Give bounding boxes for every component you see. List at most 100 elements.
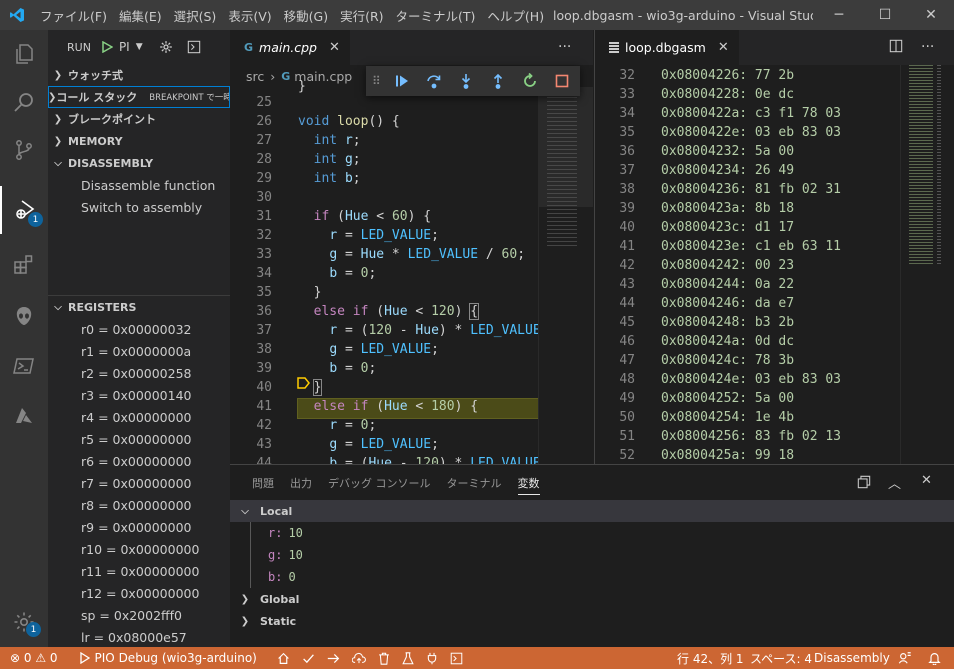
register-lr[interactable]: lr = 0x08000e57 [48,626,230,647]
explorer-icon[interactable] [0,30,48,78]
register-r12[interactable]: r12 = 0x00000000 [48,582,230,604]
menu-help[interactable]: ヘルプ(H) [481,6,550,25]
cursor-position-status[interactable]: 行 42、列 1 [671,647,750,669]
global-scope-header[interactable]: ❯ Global [230,588,954,610]
search-icon[interactable] [0,78,48,126]
tab-main-cpp[interactable]: G main.cpp ✕ [230,30,350,65]
tab-problems[interactable]: 問題 [244,465,282,500]
maximize-button[interactable]: ☐ [862,0,908,30]
register-r10[interactable]: r10 = 0x00000000 [48,538,230,560]
pio-clean-trash-icon[interactable] [372,647,396,669]
debug-console-icon[interactable] [185,40,203,54]
continue-icon[interactable] [386,66,418,96]
pio-terminal-icon[interactable] [444,647,469,669]
close-panel-icon[interactable]: ✕ [921,473,932,488]
maximize-panel-chevron-up-icon[interactable]: ︿ [888,473,901,492]
debug-config-label: PIO Debug (wio3g-arduino) [94,651,257,665]
close-tab-icon[interactable]: ✕ [718,40,729,55]
menu-view[interactable]: 表示(V) [222,6,277,25]
pio-serial-plug-icon[interactable] [420,647,444,669]
register-r8[interactable]: r8 = 0x00000000 [48,494,230,516]
restore-panel-icon[interactable] [857,475,871,492]
disassemble-function-item[interactable]: Disassemble function [48,174,230,196]
asm-line-number: 36 [619,144,635,159]
more-actions-icon[interactable]: ··· [558,39,571,55]
menu-selection[interactable]: 選択(S) [168,6,223,25]
debug-config-status[interactable]: PIO Debug (wio3g-arduino) [74,647,263,669]
register-r1[interactable]: r1 = 0x0000000a [48,340,230,362]
registers-section-header[interactable]: ⌵ REGISTERS [48,296,230,318]
tab-output[interactable]: 出力 [282,465,320,500]
indentation-status[interactable]: スペース: 4 [744,647,818,669]
register-r2[interactable]: r2 = 0x00000258 [48,362,230,384]
chevron-down-icon[interactable]: ▼ [136,42,143,52]
asm-line-number: 38 [619,182,635,197]
more-actions-icon[interactable]: ··· [921,39,934,55]
platformio-alien-icon[interactable] [0,292,48,340]
asm-line-text: 0x0800423e: c1 eb 63 11 [661,239,842,254]
step-into-icon[interactable] [450,66,482,96]
menu-file[interactable]: ファイル(F) [34,6,113,25]
disassembly-section-header[interactable]: ⌵ DISASSEMBLY [48,152,230,174]
pio-build-check-icon[interactable] [296,647,321,669]
pio-test-flask-icon[interactable] [396,647,420,669]
minimap[interactable] [900,65,954,464]
register-r5[interactable]: r5 = 0x00000000 [48,428,230,450]
language-mode-status[interactable]: Disassembly [808,647,896,669]
pio-cloud-upload-icon[interactable] [346,647,372,669]
code-area[interactable]: } 25 26 void loop() { 27 int r; 28 int g;… [230,79,540,464]
watch-section-header[interactable]: ❯ ウォッチ式 [48,64,230,86]
static-scope-header[interactable]: ❯ Static [230,610,954,632]
tab-debug-console[interactable]: デバッグ コンソール [320,465,439,500]
register-r11[interactable]: r11 = 0x00000000 [48,560,230,582]
feedback-icon[interactable] [892,647,918,669]
powershell-icon[interactable] [0,342,48,390]
breakpoints-section-header[interactable]: ❯ ブレークポイント [48,108,230,130]
menu-edit[interactable]: 編集(E) [113,6,168,25]
tab-variables[interactable]: 変数 [510,465,548,500]
disassembly-code-area[interactable]: 32 0x08004226: 77 2b 33 0x08004228: 0e dc 34… [595,65,900,464]
switch-to-assembly-item[interactable]: Switch to assembly [48,196,230,218]
pio-upload-arrow-icon[interactable] [321,647,346,669]
register-r6[interactable]: r6 = 0x00000000 [48,450,230,472]
menu-go[interactable]: 移動(G) [278,6,334,25]
settings-gear-icon[interactable]: 1 [0,598,48,646]
start-debugging-play-icon[interactable] [99,39,115,55]
step-out-icon[interactable] [482,66,514,96]
callstack-section-header[interactable]: ❯コール スタック BREAKPOINT で一時停止 [48,86,230,108]
menu-run[interactable]: 実行(R) [334,6,389,25]
step-over-icon[interactable] [418,66,450,96]
register-r3[interactable]: r3 = 0x00000140 [48,384,230,406]
stop-icon[interactable] [546,66,578,96]
register-r9[interactable]: r9 = 0x00000000 [48,516,230,538]
pio-home-icon[interactable] [271,647,296,669]
restart-icon[interactable] [514,66,546,96]
variable-g[interactable]: g: 10 [230,544,954,566]
notifications-bell-icon[interactable] [922,647,947,669]
memory-section-header[interactable]: ❯ MEMORY [48,130,230,152]
problems-status[interactable]: ⊗ 0 ⚠ 0 [0,647,64,669]
close-window-button[interactable]: ✕ [908,0,954,30]
register-r7[interactable]: r7 = 0x00000000 [48,472,230,494]
minimap[interactable] [538,87,593,464]
run-debug-icon[interactable]: 1 [0,186,48,234]
breadcrumb-folder[interactable]: src [246,69,264,84]
tab-loop-dbgasm[interactable]: loop.dbgasm ✕ [595,30,739,65]
menu-terminal[interactable]: ターミナル(T) [390,6,482,25]
register-sp[interactable]: sp = 0x2002fff0 [48,604,230,626]
azure-icon[interactable] [0,392,48,440]
register-r4[interactable]: r4 = 0x00000000 [48,406,230,428]
drag-handle-icon[interactable]: ⠿ [372,74,386,88]
close-tab-icon[interactable]: ✕ [329,40,340,55]
tab-terminal[interactable]: ターミナル [439,465,510,500]
variable-b[interactable]: b: 0 [230,566,954,588]
extensions-icon[interactable] [0,240,48,288]
split-editor-icon[interactable] [889,39,903,56]
gear-icon[interactable] [157,40,175,54]
minimize-button[interactable]: ─ [816,0,862,30]
variable-r[interactable]: r: 10 [230,522,954,544]
register-r0[interactable]: r0 = 0x00000032 [48,318,230,340]
local-scope-header[interactable]: ⌵ Local [230,500,954,522]
source-control-icon[interactable] [0,126,48,174]
debug-config-select[interactable]: PI [119,40,130,54]
